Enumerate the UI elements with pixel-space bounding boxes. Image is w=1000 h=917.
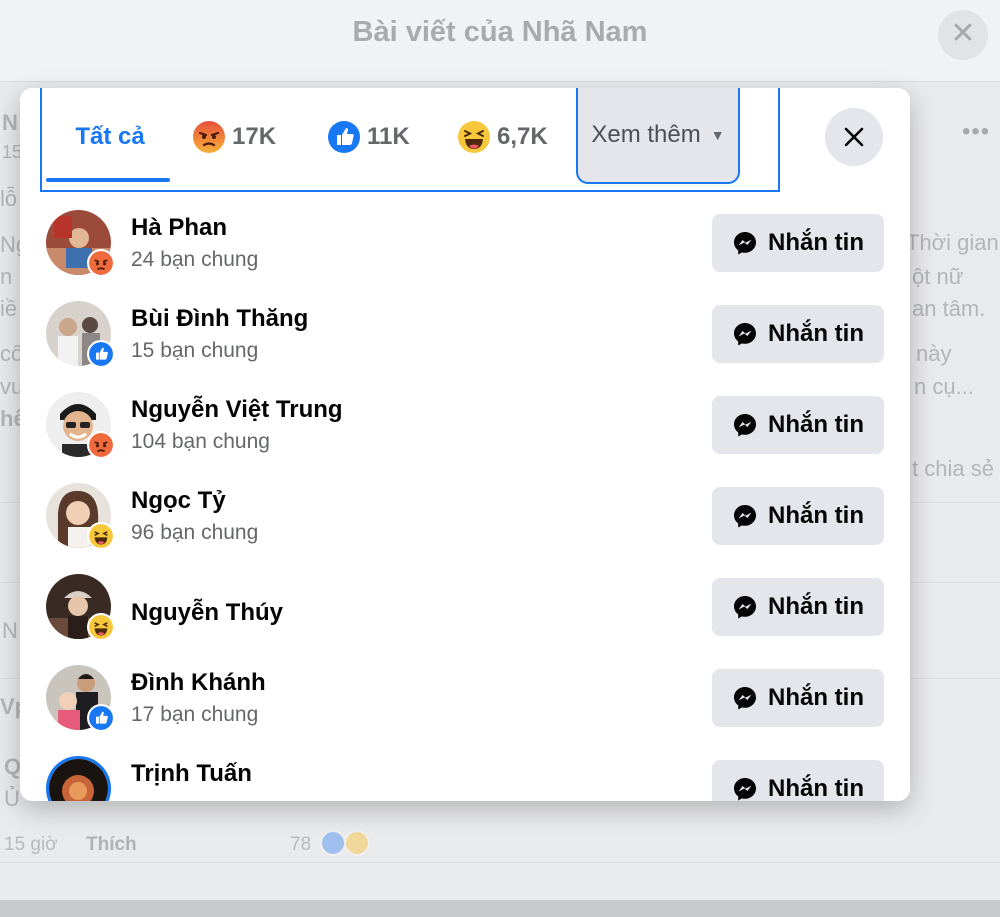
message-label: Nhắn tin bbox=[768, 684, 864, 711]
like-icon bbox=[320, 830, 346, 856]
angry-icon bbox=[193, 121, 225, 153]
reaction-tabs: Tất cả 17K 11K 6,7K Xem thêm ▼ bbox=[40, 88, 780, 192]
message-button[interactable]: Nhắn tin bbox=[712, 305, 884, 363]
mutual-friends: 17 bạn chung bbox=[131, 703, 259, 726]
see-more-dropdown[interactable]: Xem thêm ▼ bbox=[576, 88, 740, 184]
post-text-fragment: t chia sẻ bbox=[912, 456, 994, 481]
person-name[interactable]: Nguyễn Thúy bbox=[131, 599, 283, 627]
more-options-icon[interactable]: ••• bbox=[962, 118, 990, 146]
haha-icon bbox=[87, 522, 115, 550]
message-button[interactable]: Nhắn tin bbox=[712, 760, 884, 801]
page-bottom-band bbox=[0, 900, 1000, 917]
reactions-dialog: Tất cả 17K 11K 6,7K Xem thêm ▼ Hà Phan 2… bbox=[20, 88, 910, 801]
message-label: Nhắn tin bbox=[768, 411, 864, 438]
post-text-fragment: lỗ bbox=[0, 186, 18, 211]
message-label: Nhắn tin bbox=[768, 593, 864, 620]
person-name[interactable]: Đình Khánh bbox=[131, 669, 266, 697]
list-item[interactable]: Hà Phan 24 bạn chung Nhắn tin bbox=[20, 202, 910, 293]
haha-icon bbox=[87, 613, 115, 641]
person-name[interactable]: Trịnh Tuấn bbox=[131, 760, 252, 788]
post-close-icon[interactable]: ✕ bbox=[938, 10, 988, 60]
angry-icon bbox=[87, 249, 115, 277]
messenger-icon bbox=[734, 232, 756, 255]
person-name[interactable]: Nguyễn Việt Trung bbox=[131, 396, 343, 424]
see-more-label: Xem thêm bbox=[591, 121, 701, 148]
message-label: Nhắn tin bbox=[768, 502, 864, 529]
post-text-fragment: Ủ bbox=[4, 786, 20, 811]
post-title: Bài viết của Nhã Nam bbox=[352, 16, 648, 48]
message-button[interactable]: Nhắn tin bbox=[712, 669, 884, 727]
comment-time: 15 giờ bbox=[4, 834, 58, 855]
close-button[interactable] bbox=[825, 108, 883, 166]
tab-angry[interactable]: 17K bbox=[192, 88, 276, 186]
messenger-icon bbox=[734, 778, 756, 801]
tab-all[interactable]: Tất cả bbox=[52, 88, 168, 186]
message-label: Nhắn tin bbox=[768, 229, 864, 256]
post-text-fragment: này bbox=[916, 341, 952, 366]
chevron-down-icon: ▼ bbox=[710, 127, 725, 143]
active-tab-indicator bbox=[46, 178, 170, 182]
message-button[interactable]: Nhắn tin bbox=[712, 487, 884, 545]
close-icon bbox=[844, 127, 864, 147]
message-button[interactable]: Nhắn tin bbox=[712, 396, 884, 454]
post-text-fragment: ột nữ bbox=[912, 264, 964, 289]
like-icon bbox=[87, 704, 115, 732]
post-text-fragment: N bbox=[2, 618, 18, 643]
angry-icon bbox=[87, 431, 115, 459]
list-item[interactable]: Ngọc Tỷ 96 bạn chung Nhắn tin bbox=[20, 475, 910, 566]
haha-icon bbox=[458, 121, 490, 153]
messenger-icon bbox=[734, 596, 756, 619]
tab-haha[interactable]: 6,7K bbox=[457, 88, 548, 186]
message-label: Nhắn tin bbox=[768, 775, 864, 801]
mutual-friends: 24 bạn chung bbox=[131, 248, 259, 271]
post-header: Bài viết của Nhã Nam ✕ bbox=[0, 0, 1000, 82]
angry-count: 17K bbox=[232, 123, 277, 150]
post-text-fragment: Q bbox=[4, 754, 22, 779]
like-count: 11K bbox=[367, 123, 410, 150]
message-button[interactable]: Nhắn tin bbox=[712, 578, 884, 636]
mutual-friends: 104 bạn chung bbox=[131, 430, 270, 453]
messenger-icon bbox=[734, 687, 756, 710]
haha-icon bbox=[344, 830, 370, 856]
message-label: Nhắn tin bbox=[768, 320, 864, 347]
comment-like-button[interactable]: Thích bbox=[86, 834, 137, 856]
list-item[interactable]: Trịnh Tuấn Nhắn tin bbox=[20, 748, 910, 801]
person-name[interactable]: Hà Phan bbox=[131, 214, 227, 242]
avatar[interactable] bbox=[46, 756, 111, 801]
comment-actions: 15 giờ Thích 78 bbox=[0, 828, 1000, 868]
post-text-fragment: N bbox=[2, 110, 18, 135]
list-item[interactable]: Nguyễn Việt Trung 104 bạn chung Nhắn tin bbox=[20, 384, 910, 475]
message-button[interactable]: Nhắn tin bbox=[712, 214, 884, 272]
post-text-fragment: n bbox=[0, 264, 13, 289]
tab-like[interactable]: 11K bbox=[327, 88, 410, 186]
mutual-friends: 15 bạn chung bbox=[131, 339, 259, 362]
tab-all-label: Tất cả bbox=[75, 123, 145, 150]
post-text-fragment: an tâm. bbox=[912, 296, 986, 321]
mutual-friends: 96 bạn chung bbox=[131, 521, 259, 544]
haha-count: 6,7K bbox=[497, 123, 548, 150]
list-item[interactable]: Bùi Đình Thăng 15 bạn chung Nhắn tin bbox=[20, 293, 910, 384]
list-item[interactable]: Nguyễn Thúy Nhắn tin bbox=[20, 566, 910, 657]
messenger-icon bbox=[734, 505, 756, 528]
like-icon bbox=[87, 340, 115, 368]
like-icon bbox=[328, 121, 360, 153]
messenger-icon bbox=[734, 414, 756, 437]
post-text-fragment: Thời gian bbox=[906, 230, 999, 255]
person-name[interactable]: Ngọc Tỷ bbox=[131, 487, 226, 515]
comment-reaction-count: 78 bbox=[290, 834, 312, 855]
post-text-fragment: n cụ... bbox=[914, 374, 974, 399]
list-item[interactable]: Đình Khánh 17 bạn chung Nhắn tin bbox=[20, 657, 910, 748]
post-text-fragment: iề bbox=[0, 296, 18, 321]
person-name[interactable]: Bùi Đình Thăng bbox=[131, 305, 308, 333]
messenger-icon bbox=[734, 323, 756, 346]
